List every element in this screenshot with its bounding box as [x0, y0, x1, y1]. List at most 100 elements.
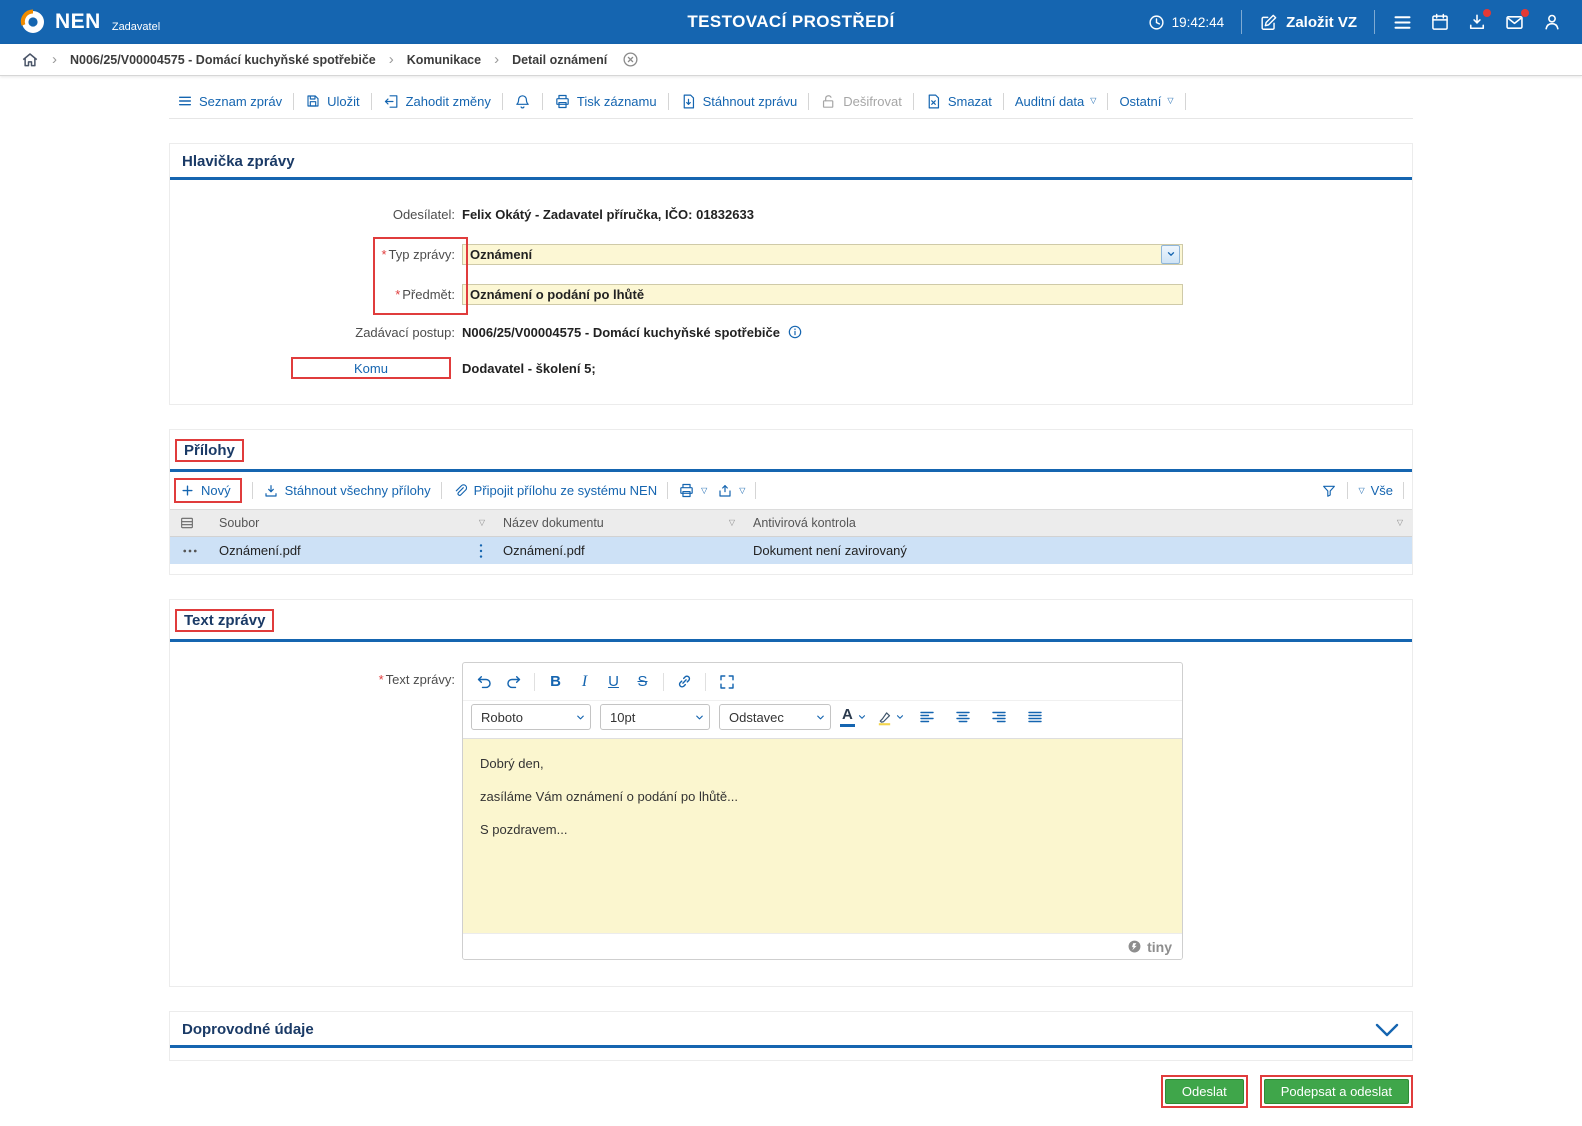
- print-record-button[interactable]: Tisk záznamu: [554, 93, 657, 110]
- sign-and-send-button[interactable]: Podepsat a odeslat: [1263, 1079, 1409, 1104]
- discard-changes-button[interactable]: Zahodit změny: [383, 93, 491, 110]
- home-icon[interactable]: [21, 51, 39, 69]
- text-color-button[interactable]: A: [840, 707, 867, 727]
- chevron-down-icon: [895, 712, 905, 722]
- user-profile-button[interactable]: [1542, 12, 1562, 32]
- row-menu-cell[interactable]: [170, 537, 210, 564]
- save-button[interactable]: Uložit: [305, 93, 360, 109]
- bold-icon[interactable]: B: [542, 669, 569, 694]
- chevron-down-icon: ▽: [1090, 96, 1097, 105]
- sender-value: Felix Okátý - Zadavatel příručka, IČO: 0…: [462, 206, 754, 222]
- audit-data-menu[interactable]: Auditní data ▽: [1015, 94, 1097, 109]
- nen-logo[interactable]: NEN Zadavatel: [20, 9, 160, 35]
- subject-input[interactable]: Oznámení o podání po lhůtě: [462, 283, 1183, 305]
- message-type-select[interactable]: Oznámení: [462, 243, 1183, 265]
- download-message-label: Stáhnout zprávu: [702, 93, 798, 109]
- new-attachment-button[interactable]: Nový: [174, 478, 242, 503]
- separator: [440, 482, 442, 499]
- chevron-down-icon: ▽: [701, 485, 708, 495]
- message-text-label: * Text zprávy:: [378, 672, 455, 687]
- breadcrumb-item-procedure[interactable]: N006/25/V00004575 - Domácí kuchyňské spo…: [70, 53, 376, 67]
- downloads-button[interactable]: [1467, 9, 1491, 32]
- info-icon[interactable]: [787, 324, 803, 340]
- italic-icon[interactable]: I: [571, 669, 598, 694]
- separator: [705, 672, 706, 691]
- editor-toolbar-row2: Roboto 10pt Odstavec A: [463, 701, 1182, 739]
- export-attachments-menu[interactable]: ▽: [717, 483, 745, 499]
- underline-icon[interactable]: U: [600, 669, 627, 694]
- column-header-doc-name[interactable]: Název dokumentu ▽: [494, 510, 744, 536]
- print-record-label: Tisk záznamu: [576, 93, 657, 109]
- column-header-selector[interactable]: [170, 510, 210, 536]
- breadcrumb-item-communication[interactable]: Komunikace: [407, 53, 481, 67]
- download-all-attachments-button[interactable]: Stáhnout všechny přílohy: [263, 483, 431, 499]
- align-left-icon[interactable]: [914, 705, 941, 730]
- message-header-form: Odesílatel: Felix Okátý - Zadavatel přír…: [170, 180, 1412, 404]
- strikethrough-icon[interactable]: S: [629, 669, 656, 694]
- text-color-icon: A: [840, 707, 855, 727]
- separator: [808, 92, 810, 110]
- record-toolbar: Seznam zpráv Uložit Zahodit změny Tisk z…: [169, 84, 1413, 119]
- section-header: Přílohy: [170, 430, 1412, 472]
- filter-icon[interactable]: [1321, 483, 1337, 499]
- highlight-color-button[interactable]: [876, 709, 905, 726]
- align-right-icon[interactable]: [986, 705, 1013, 730]
- messages-button[interactable]: [1504, 8, 1529, 33]
- align-center-icon[interactable]: [950, 705, 977, 730]
- attach-from-nen-button[interactable]: Připojit přílohu ze systému NEN: [452, 483, 657, 499]
- row-menu-icon: [181, 542, 199, 560]
- message-list-button[interactable]: Seznam zpráv: [177, 93, 282, 109]
- filter-all-menu[interactable]: ▽ Vše: [1358, 483, 1393, 498]
- procedure-value: N006/25/V00004575 - Domácí kuchyňské spo…: [462, 324, 803, 340]
- delete-button[interactable]: Smazat: [925, 93, 992, 110]
- drag-handle-icon[interactable]: [477, 543, 485, 559]
- other-label: Ostatní: [1119, 93, 1162, 109]
- chevron-down-icon: ▽: [1167, 96, 1174, 105]
- send-button[interactable]: Odeslat: [1164, 1079, 1244, 1104]
- download-message-button[interactable]: Stáhnout zprávu: [680, 93, 798, 110]
- section-header[interactable]: Doprovodné údaje: [170, 1012, 1412, 1048]
- column-header-file[interactable]: Soubor ▽: [210, 510, 494, 536]
- undo-icon[interactable]: [471, 669, 498, 694]
- column-header-antivirus[interactable]: Antivirová kontrola ▽: [744, 510, 1412, 536]
- redo-icon[interactable]: [500, 669, 527, 694]
- column-filter-icon[interactable]: ▽: [479, 519, 485, 527]
- recipient-value: Dodavatel - školení 5;: [462, 360, 596, 376]
- watch-bell-button[interactable]: [514, 93, 531, 110]
- editor-paragraph: zasíláme Vám oznámení o podání po lhůtě.…: [480, 788, 738, 804]
- print-attachments-menu[interactable]: ▽: [678, 482, 707, 499]
- annotation-box-sign-send: Podepsat a odeslat: [1259, 1075, 1413, 1108]
- column-filter-icon[interactable]: ▽: [729, 519, 735, 527]
- font-size-select[interactable]: 10pt: [600, 704, 710, 730]
- main-menu-button[interactable]: [1392, 12, 1413, 33]
- create-vz-button[interactable]: Založit VZ: [1259, 13, 1357, 32]
- breadcrumb-separator: ›: [494, 51, 500, 68]
- decrypt-button: Dešifrovat: [820, 93, 902, 110]
- download-all-label: Stáhnout všechny přílohy: [284, 483, 431, 498]
- close-tab-icon[interactable]: [622, 51, 639, 68]
- separator: [1241, 10, 1243, 34]
- cell-file[interactable]: Oznámení.pdf: [210, 537, 494, 564]
- attachment-row[interactable]: Oznámení.pdf Oznámení.pdf Dokument není …: [170, 537, 1412, 564]
- other-menu[interactable]: Ostatní ▽: [1119, 94, 1173, 109]
- block-format-select[interactable]: Odstavec: [719, 704, 831, 730]
- recipient-picker-button[interactable]: Komu: [291, 357, 451, 379]
- collapsed-section-body: [170, 1048, 1412, 1060]
- column-label: Soubor: [219, 516, 260, 530]
- file-name: Oznámení.pdf: [219, 543, 301, 558]
- expand-chevron-icon[interactable]: [1374, 1022, 1400, 1038]
- bell-icon: [514, 93, 531, 110]
- printer-icon: [678, 482, 695, 499]
- align-justify-icon[interactable]: [1022, 705, 1049, 730]
- editor-content[interactable]: Dobrý den, zasíláme Vám oznámení o podán…: [463, 739, 1182, 933]
- calendar-button[interactable]: [1430, 12, 1450, 32]
- column-filter-icon[interactable]: ▽: [1397, 519, 1403, 527]
- separator: [1002, 92, 1004, 110]
- cell-doc-name[interactable]: Oznámení.pdf: [494, 537, 744, 564]
- font-family-select[interactable]: Roboto: [471, 704, 591, 730]
- select-dropdown-button[interactable]: [1161, 244, 1180, 264]
- session-time: 19:42:44: [1171, 14, 1225, 30]
- brand-name: NEN: [55, 10, 101, 33]
- link-icon[interactable]: [671, 669, 698, 694]
- fullscreen-icon[interactable]: [713, 669, 740, 694]
